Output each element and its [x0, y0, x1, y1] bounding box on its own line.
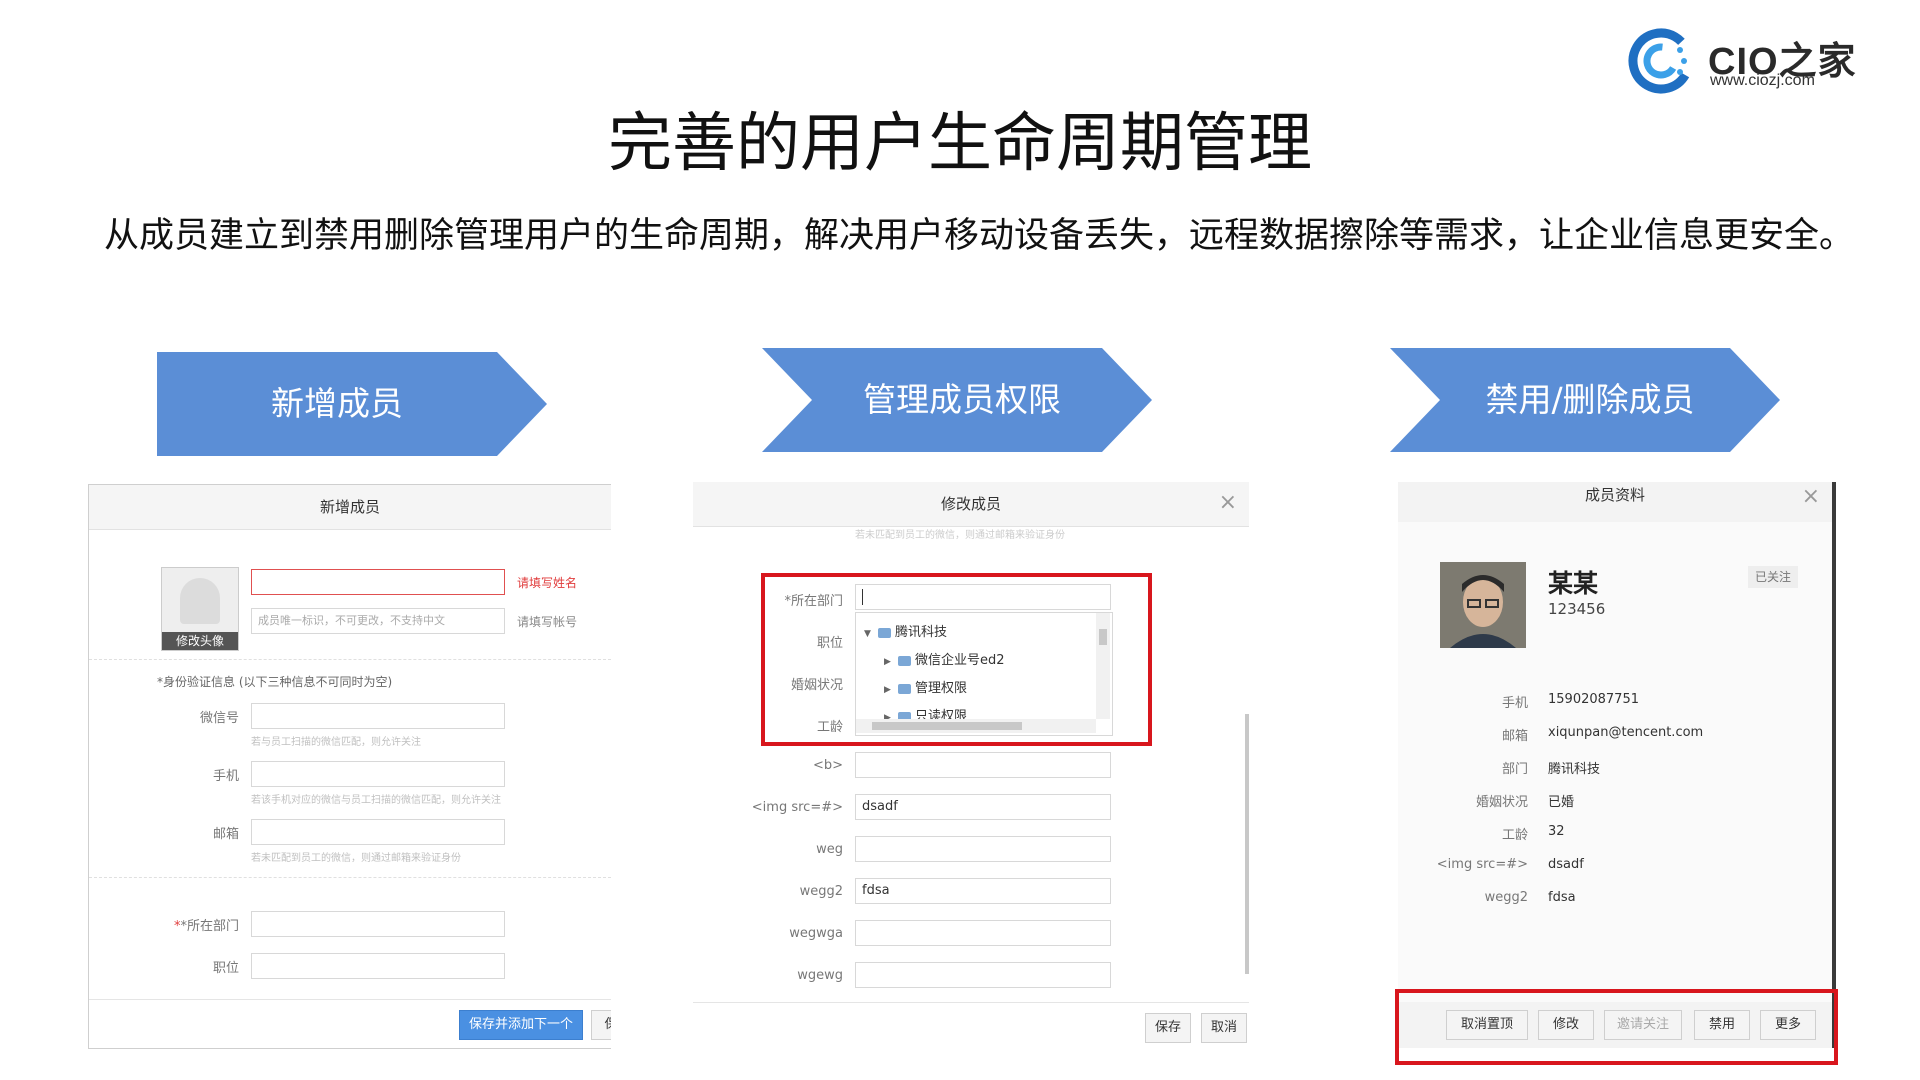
dialog-footer: 保存 取消	[693, 1002, 1249, 1048]
wechat-input[interactable]	[251, 703, 505, 729]
member-account: 123456	[1548, 600, 1606, 618]
detail-label: 工龄	[1501, 828, 1528, 843]
profile-photo-icon	[1440, 562, 1526, 648]
highlight-box	[1395, 989, 1838, 1065]
field-input[interactable]	[855, 836, 1111, 862]
step-label: 管理成员权限	[863, 380, 1061, 419]
dialog-title: 修改成员	[693, 482, 1249, 527]
field-label: wegwga	[789, 926, 843, 941]
phone-input[interactable]	[251, 761, 505, 787]
detail-value: fdsa	[1548, 890, 1576, 905]
add-member-dialog: 新增成员 修改头像 请填写姓名 成员唯一标识，不可更改，不支持中文 请填写帐号 …	[88, 484, 611, 1049]
detail-label: wegg2	[1484, 890, 1528, 905]
close-icon[interactable]: ×	[1802, 484, 1820, 510]
step-arrow-permission: 管理成员权限	[762, 348, 1152, 452]
scrollbar[interactable]	[1245, 714, 1249, 974]
detail-label: 婚姻状况	[1475, 795, 1528, 810]
logo-url: www.ciozj.com	[1710, 72, 1815, 89]
top-hint: 若未匹配到员工的微信，则通过邮箱来验证身份	[855, 530, 1065, 541]
detail-value: dsadf	[1548, 857, 1584, 872]
account-error-text: 请填写帐号	[517, 615, 578, 629]
page-title: 完善的用户生命周期管理	[608, 107, 1312, 181]
field-input[interactable]: fdsa	[855, 878, 1111, 904]
cio-logo: CIO之家 www.ciozj.com	[1628, 28, 1868, 98]
avatar	[1440, 562, 1526, 648]
dialog-title: 新增成员	[89, 485, 611, 530]
highlight-box	[761, 573, 1152, 746]
field-label: wgewg	[797, 968, 843, 983]
cio-logo-icon	[1628, 28, 1694, 94]
detail-value: 腾讯科技	[1548, 762, 1601, 777]
phone-label: 手机	[212, 769, 239, 784]
step-label: 新增成员	[271, 384, 403, 423]
identity-note: (以下三种信息不可同时为空)	[238, 675, 393, 689]
field-input[interactable]	[855, 962, 1111, 988]
wechat-label: 微信号	[199, 711, 239, 726]
detail-label: 邮箱	[1501, 729, 1528, 744]
cancel-button[interactable]: 取消	[1201, 1013, 1247, 1043]
position-label: 职位	[212, 961, 239, 976]
department-input[interactable]	[251, 911, 505, 937]
field-label: wegg2	[799, 884, 843, 899]
account-input[interactable]: 成员唯一标识，不可更改，不支持中文	[251, 608, 505, 634]
page-description: 从成员建立到禁用删除管理用户的生命周期，解决用户移动设备丢失，远程数据擦除等需求…	[104, 216, 1855, 256]
partial-button[interactable]: 保	[591, 1010, 611, 1040]
detail-label: 手机	[1501, 696, 1528, 711]
detail-label: <img src=#>	[1436, 857, 1528, 872]
detail-value: 32	[1548, 824, 1565, 839]
divider	[89, 659, 611, 660]
detail-value: 15902087751	[1548, 692, 1639, 707]
department-label: **所在部门	[173, 919, 239, 934]
name-input[interactable]	[251, 569, 505, 595]
member-profile-dialog: 成员资料 × 某某 123456 已关注 手机 15902087751 邮箱 x…	[1398, 482, 1836, 1048]
edit-member-dialog: 修改成员 × 若未匹配到员工的微信，则通过邮箱来验证身份 *所在部门 ▼ 腾讯科技…	[693, 482, 1249, 1048]
email-hint: 若未匹配到员工的微信，则通过邮箱来验证身份	[251, 853, 461, 864]
member-name: 某某	[1548, 569, 1599, 598]
dialog-footer: 保存并添加下一个 保	[89, 999, 611, 1048]
email-label: 邮箱	[212, 827, 239, 842]
field-label: <b>	[812, 758, 843, 773]
wechat-hint: 若与员工扫描的微信匹配，则允许关注	[251, 737, 421, 748]
step-arrow-add: 新增成员	[157, 352, 547, 456]
field-input[interactable]	[855, 752, 1111, 778]
dialog-title: 成员资料	[1398, 482, 1832, 522]
avatar[interactable]: 修改头像	[161, 567, 239, 651]
save-and-add-next-button[interactable]: 保存并添加下一个	[459, 1010, 583, 1040]
name-error-text: 请填写姓名	[517, 576, 578, 590]
phone-hint: 若该手机对应的微信与员工扫描的微信匹配，则允许关注	[251, 795, 501, 806]
identity-section-label: *身份验证信息 (以下三种信息不可同时为空)	[157, 673, 392, 690]
step-label: 禁用/删除成员	[1485, 380, 1695, 419]
detail-value: xiqunpan@tencent.com	[1548, 725, 1704, 740]
field-input[interactable]	[855, 920, 1111, 946]
detail-value: 已婚	[1548, 795, 1575, 810]
change-avatar-button[interactable]: 修改头像	[162, 632, 238, 650]
position-input[interactable]	[251, 953, 505, 979]
identity-label: *身份验证信息	[157, 675, 236, 689]
field-input[interactable]: dsadf	[855, 794, 1111, 820]
follow-status-badge: 已关注	[1748, 566, 1798, 588]
detail-label: 部门	[1501, 762, 1528, 777]
field-label: weg	[816, 842, 843, 857]
close-icon[interactable]: ×	[1219, 490, 1237, 516]
email-input[interactable]	[251, 819, 505, 845]
divider	[89, 877, 611, 878]
avatar-placeholder-icon	[180, 578, 220, 624]
save-button[interactable]: 保存	[1145, 1013, 1191, 1043]
step-arrow-disable: 禁用/删除成员	[1390, 348, 1780, 452]
department-label-text: *所在部门	[180, 919, 239, 934]
field-label: <img src=#>	[751, 800, 843, 815]
